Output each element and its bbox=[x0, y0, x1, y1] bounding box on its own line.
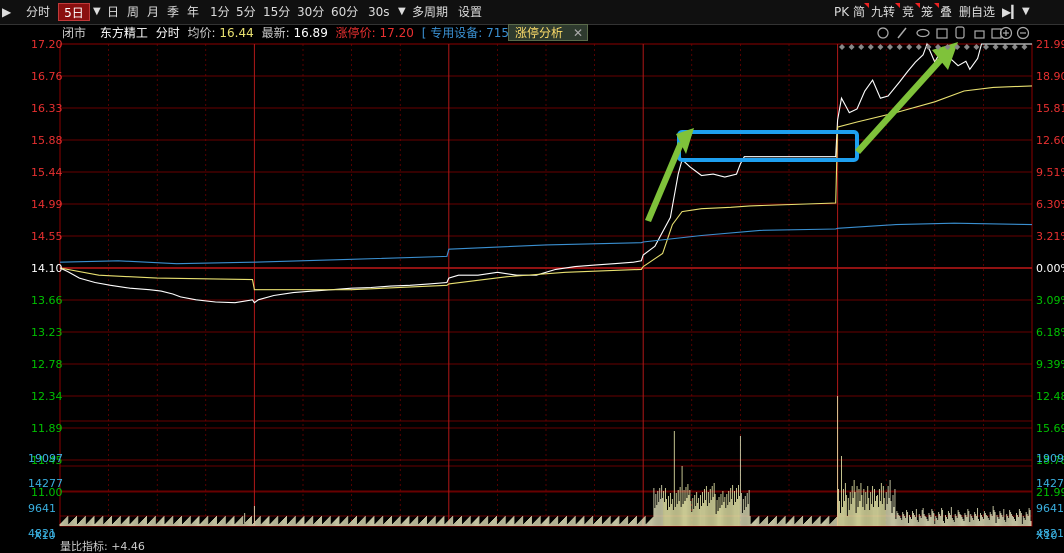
price-tick-label: 14.55 bbox=[31, 230, 63, 243]
event-marker[interactable] bbox=[963, 44, 970, 50]
percent-tick-label: 21.99% bbox=[1036, 38, 1064, 51]
event-marker[interactable] bbox=[973, 44, 980, 50]
volume-ratio-indicator[interactable]: 量比指标: +4.46 bbox=[60, 541, 145, 552]
event-marker[interactable] bbox=[915, 44, 922, 50]
price-tick-label: 15.44 bbox=[31, 166, 63, 179]
event-marker[interactable] bbox=[848, 44, 855, 50]
percent-tick-label: 15.81% bbox=[1036, 102, 1064, 115]
consolidation-highlight-box bbox=[677, 130, 859, 162]
chart-tool-icons bbox=[877, 26, 1030, 40]
percent-tick-label: 15.69% bbox=[1036, 422, 1064, 435]
pen-icon[interactable] bbox=[897, 27, 907, 39]
indicator-label: 量比指标: bbox=[60, 540, 108, 553]
indicator-value: +4.46 bbox=[111, 540, 145, 553]
percent-tick-label: 12.48% bbox=[1036, 390, 1064, 403]
event-marker[interactable] bbox=[887, 44, 893, 50]
event-marker[interactable] bbox=[877, 44, 884, 50]
percent-tick-label: 18.90% bbox=[1036, 70, 1064, 83]
hand-icon[interactable] bbox=[955, 26, 965, 39]
price-tick-label: 14.10 bbox=[31, 262, 63, 275]
event-marker[interactable] bbox=[1011, 44, 1018, 50]
volume-unit-label: X10 bbox=[34, 529, 56, 542]
price-line bbox=[59, 42, 1032, 304]
price-tick-label: 16.76 bbox=[31, 70, 63, 83]
volume-tick-label: 14277 bbox=[28, 477, 63, 490]
event-marker[interactable] bbox=[992, 44, 999, 50]
price-tick-label: 17.20 bbox=[31, 38, 63, 51]
percent-tick-label: 6.30% bbox=[1036, 198, 1064, 211]
price-tick-label: 13.23 bbox=[31, 326, 63, 339]
event-marker[interactable] bbox=[858, 44, 865, 50]
volume-tick-label: 9641 bbox=[28, 502, 56, 515]
event-marker[interactable] bbox=[839, 44, 845, 50]
percent-tick-label: 3.09% bbox=[1036, 294, 1064, 307]
price-tick-label: 14.99 bbox=[31, 198, 63, 211]
volume-tick-label: 14277 bbox=[1036, 477, 1064, 490]
percent-axis: 21.99% 18.90% 15.81% 12.60% 9.51% 6.30% 3.21% 0… bbox=[1036, 38, 1064, 499]
percent-tick-label: 9.51% bbox=[1036, 166, 1064, 179]
event-marker[interactable] bbox=[906, 44, 913, 50]
event-marker[interactable] bbox=[867, 44, 874, 50]
volume-tick-label: 9641 bbox=[1036, 502, 1064, 515]
event-marker[interactable] bbox=[1002, 44, 1009, 50]
price-tick-label: 15.88 bbox=[31, 134, 63, 147]
trend-arrow bbox=[645, 142, 684, 222]
volume-unit-label: X10 bbox=[1036, 529, 1058, 542]
event-marker-strip bbox=[839, 44, 1028, 50]
percent-tick-label: 6.18% bbox=[1036, 326, 1064, 339]
price-tick-label: 16.33 bbox=[31, 102, 63, 115]
price-axis: 17.20 16.76 16.33 15.88 15.44 14.99 14.55 14.10… bbox=[31, 38, 63, 499]
eye-icon[interactable] bbox=[916, 28, 930, 38]
intraday-chart: 17.20 16.76 16.33 15.88 15.44 14.99 14.55 14.10… bbox=[28, 26, 1064, 542]
volume-tick-label: 19097 bbox=[1036, 452, 1064, 465]
price-tick-label: 12.78 bbox=[31, 358, 63, 371]
basket-icon[interactable] bbox=[936, 28, 948, 39]
event-marker[interactable] bbox=[983, 44, 989, 50]
price-tick-label: 13.66 bbox=[31, 294, 63, 307]
percent-tick-label: 9.39% bbox=[1036, 358, 1064, 371]
price-tick-label: 11.89 bbox=[31, 422, 63, 435]
percent-tick-label: 3.21% bbox=[1036, 230, 1064, 243]
volume-tick-label: 19097 bbox=[28, 452, 63, 465]
percent-tick-label: 0.00% bbox=[1036, 262, 1064, 275]
event-marker[interactable] bbox=[896, 44, 903, 50]
settings-gear-icon[interactable] bbox=[877, 27, 889, 39]
export-icon[interactable] bbox=[991, 28, 1002, 39]
price-tick-label: 12.34 bbox=[31, 390, 63, 403]
price-lines bbox=[59, 42, 1033, 304]
event-marker[interactable] bbox=[1021, 44, 1028, 50]
lock-icon[interactable] bbox=[974, 30, 985, 39]
percent-tick-label: 12.60% bbox=[1036, 134, 1064, 147]
